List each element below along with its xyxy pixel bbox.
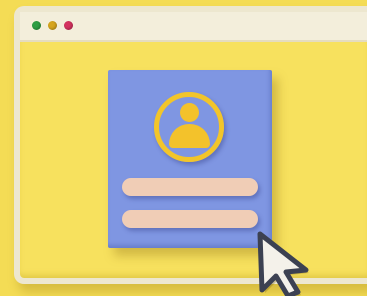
profile-field-1[interactable] xyxy=(122,178,258,196)
avatar-body xyxy=(169,124,210,148)
profile-card xyxy=(108,70,272,248)
window-close-button[interactable] xyxy=(32,21,41,30)
avatar-head xyxy=(180,103,199,122)
pointer-cursor-icon xyxy=(257,231,309,296)
title-bar xyxy=(20,12,367,42)
window-minimize-button[interactable] xyxy=(48,21,57,30)
user-avatar-icon[interactable] xyxy=(154,92,224,162)
profile-field-2[interactable] xyxy=(122,210,258,228)
window-maximize-button[interactable] xyxy=(64,21,73,30)
